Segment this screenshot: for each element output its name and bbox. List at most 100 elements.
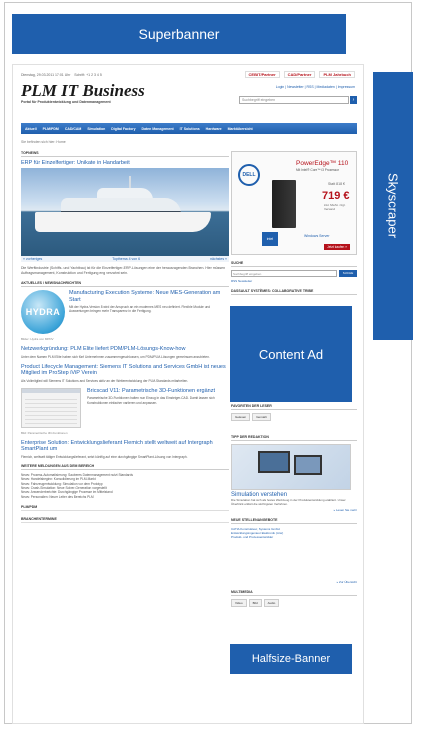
main-navigation: Aktuell PLM/PDM CAD/CAM Simulation Digit… <box>21 123 357 134</box>
tab-gemailt[interactable]: Gemailt <box>252 413 271 421</box>
nav-item[interactable]: Digital Factory <box>111 127 135 131</box>
product-subtitle: Mit Intel® Core™ i3 Prozessor <box>296 168 340 172</box>
news-section-title: AKTUELLES / NEWSNACHRICHTEN <box>21 281 229 287</box>
monitor-graphic <box>258 451 290 473</box>
windows-server-logo: Windows Server <box>304 234 330 238</box>
topnews-image[interactable] <box>21 168 229 256</box>
tribe-section-title: DASSAULT SYSTÈMES: COLLABORATIVE TRIBE <box>231 289 357 295</box>
top-links[interactable]: Login | Newsletter | RSS | Mediadaten | … <box>276 85 355 89</box>
tab-gelesen[interactable]: Gelesen <box>231 413 251 421</box>
tab-audio[interactable]: Audio <box>263 598 280 607</box>
more-news-title: WEITERE MELDUNGEN AUS DEM BEREICH <box>21 464 229 471</box>
main-column: TOPNEWS ERP für Einzelfertiger: Unikate … <box>21 151 229 523</box>
software-screenshot[interactable] <box>21 387 81 428</box>
header-search-input[interactable]: Suchbegriff eingeben <box>239 96 349 104</box>
content-ad[interactable]: Content Ad <box>230 306 352 402</box>
article-text: Mit der Hydra-Version 8 wird der Anspruc… <box>69 305 211 314</box>
search-section-title: SUCHE <box>231 261 357 267</box>
rss-newsletter-links[interactable]: RSS Newsletter <box>231 279 357 283</box>
read-more-link[interactable]: » Lesen Sie mehr <box>231 508 357 512</box>
nav-item[interactable]: CAD/CAM <box>65 127 82 131</box>
nav-item[interactable]: PLM/PDM <box>43 127 59 131</box>
more-news: WEITERE MELDUNGEN AUS DEM BEREICH News: … <box>21 464 229 499</box>
article-text: Flemich, weltweit tätiger Entwicklungsli… <box>21 454 188 459</box>
nav-item[interactable]: Aktuell <box>25 127 37 131</box>
plm-section-title: PLM/PDM <box>21 505 229 511</box>
branche-section-title: BRANCHENTERMINE <box>21 517 229 523</box>
halfsize-ad-slot <box>231 540 357 578</box>
article-thumb[interactable]: HYDRA Bilder: Hydra von MPDV <box>21 290 65 341</box>
topnews-headline[interactable]: ERP für Einzelfertiger: Unikate in Handa… <box>21 160 229 166</box>
dell-logo: DELL <box>238 164 260 186</box>
partner-logos: CEBIT/Partner CAD/Partner PLM Jahrbuch <box>244 71 355 78</box>
old-price: Statt 818 € <box>328 182 345 186</box>
breadcrumb: Sie befinden sich hier: Home <box>21 140 66 144</box>
partner-logo[interactable]: CEBIT/Partner <box>244 71 280 78</box>
next-link[interactable]: nächstes » <box>210 257 227 261</box>
article-title[interactable]: Netzwerkgründung: PLM Elite liefert PDM/… <box>21 346 229 353</box>
hydra-logo[interactable]: HYDRA <box>21 290 65 334</box>
tipp-image[interactable] <box>231 444 351 490</box>
tab-video[interactable]: Video <box>231 598 247 607</box>
intel-logo: intel <box>262 232 278 246</box>
news-article: Enterprise Solution: Entwicklungsliefera… <box>21 440 229 459</box>
buy-button[interactable]: Jetzt kaufen » <box>324 244 350 250</box>
favorites-tabs: Gelesen Gemailt <box>231 413 357 421</box>
overview-link[interactable]: » Zur Übersicht <box>231 580 357 584</box>
partner-logo[interactable]: PLM Jahrbuch <box>319 71 355 78</box>
nav-item[interactable]: Hardware <box>206 127 222 131</box>
window-content <box>25 395 77 424</box>
halfsize-banner-ad[interactable]: Halfsize-Banner <box>230 644 352 674</box>
nav-item[interactable]: Daten Management <box>142 127 174 131</box>
server-image <box>272 180 296 228</box>
topnews-pager: « vorheriges Topthema 4 von 6 nächstes » <box>21 256 229 262</box>
topnews-teaser: Die Werftindustrie (Schiffs- und Yachtba… <box>21 266 226 275</box>
article-title[interactable]: Manufacturing Execution Systeme: Neue ME… <box>69 290 229 303</box>
favorites-section-title: FAVORITEN DER LESER <box>231 404 357 410</box>
list-item[interactable]: News: Personalien: Neuer Leiter des Bere… <box>21 495 229 499</box>
skyscraper-label: Skyscraper <box>385 173 401 239</box>
price-note: inkl. MwSt. zzgl. Versand <box>324 203 346 211</box>
multimedia-section-title: MULTIMEDIA <box>231 590 357 596</box>
nav-item[interactable]: Simulation <box>87 127 105 131</box>
date-line: Dienstag, 29.03.2011 17:01 Uhr Schrift: … <box>21 73 102 77</box>
window-bar <box>22 388 80 393</box>
multimedia-tabs: Video Bild Audio <box>231 598 357 607</box>
article-text: Unter dem Namen PLM Elite haben sich fün… <box>21 354 210 359</box>
yacht-hull <box>35 212 211 232</box>
superbanner-ad[interactable]: Superbanner <box>12 14 346 54</box>
price: 719 € <box>322 190 350 202</box>
sidebar-search: Suchbegriff eingeben SUCHE <box>231 270 357 277</box>
news-article: Product Lifecycle Management: Siemens IT… <box>21 364 229 383</box>
dell-ad[interactable]: DELL PowerEdge™ 110 Mit Intel® Core™ i3 … <box>231 151 357 255</box>
article-text: Parametrische 3D-Funktionen halten nun E… <box>87 396 215 405</box>
topnews-section-title: TOPNEWS <box>21 151 229 157</box>
tipp-section-title: TIPP DER REDAKTION <box>231 435 357 441</box>
tab-bild[interactable]: Bild <box>248 598 262 607</box>
header-search-button[interactable]: › <box>350 96 357 104</box>
article-text: Als Vollmitglied will Siemens IT Solutio… <box>21 378 189 383</box>
tipp-text: Die Simulation hat sich als festes Werkz… <box>231 498 346 506</box>
product-title: PowerEdge™ 110 <box>296 160 349 167</box>
jobs-section-title: NEUE STELLENANGEBOTE <box>231 518 357 524</box>
news-article: Bild: Parametrische 3D-Funktionen Bricsc… <box>21 387 229 435</box>
nav-item[interactable]: IT Solutions <box>180 127 200 131</box>
site-tagline: Portal für Produktentwicklung und Datenm… <box>21 100 111 104</box>
article-thumb[interactable]: Bild: Parametrische 3D-Funktionen <box>21 387 83 435</box>
article-title[interactable]: Product Lifecycle Management: Siemens IT… <box>21 364 229 377</box>
sidebar-search-input[interactable]: Suchbegriff eingeben <box>231 270 337 277</box>
news-article: HYDRA Bilder: Hydra von MPDV Manufacturi… <box>21 290 229 341</box>
news-article: Netzwerkgründung: PLM Elite liefert PDM/… <box>21 346 229 359</box>
skyscraper-ad[interactable]: Skyscraper <box>373 72 413 340</box>
article-title[interactable]: Enterprise Solution: Entwicklungsliefera… <box>21 440 229 453</box>
thumb-caption: Bilder: Hydra von MPDV <box>21 337 54 341</box>
site-logo[interactable]: PLM IT Business <box>21 81 145 101</box>
topnews-counter: Topthema 4 von 6 <box>112 257 141 261</box>
prev-link[interactable]: « vorheriges <box>23 257 42 261</box>
sidebar-search-button[interactable]: SUCHE <box>339 270 357 277</box>
nav-item[interactable]: Marktübersicht <box>228 127 253 131</box>
article-title[interactable]: Bricscad V11: Parametrische 3D-Funktione… <box>87 388 229 395</box>
thumb-caption: Bild: Parametrische 3D-Funktionen <box>21 430 68 435</box>
partner-logo[interactable]: CAD/Partner <box>283 71 316 78</box>
monitor-graphic <box>294 455 322 475</box>
